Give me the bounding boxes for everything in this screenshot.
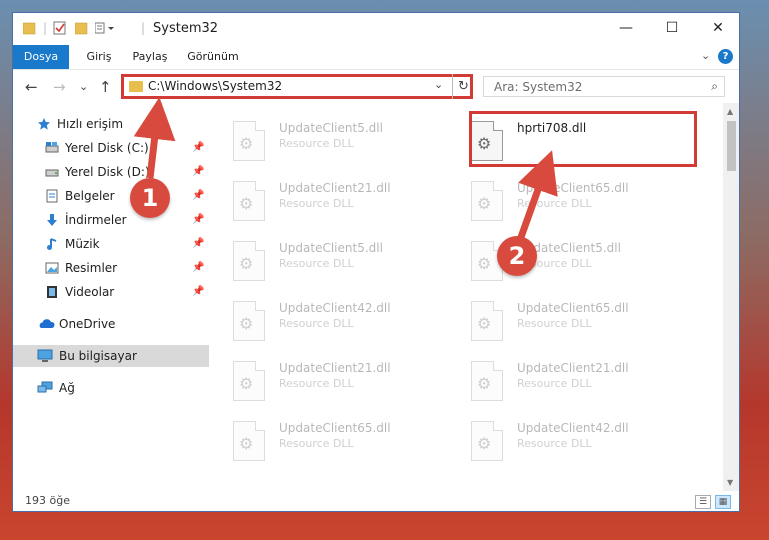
arrow-2 [516,150,558,242]
annotation-arrows [133,97,558,242]
arrow-1 [133,97,176,179]
step-marker-2: 2 [497,236,537,276]
step-marker-1: 1 [130,178,170,218]
